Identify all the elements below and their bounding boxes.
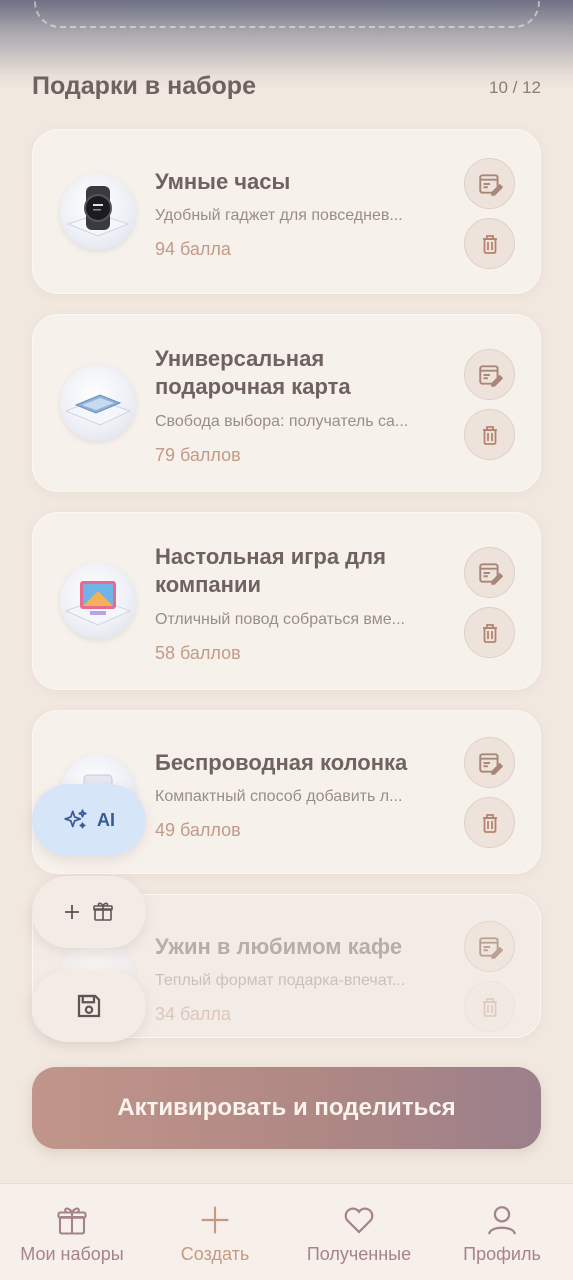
gift-title: Ужин в любимом кафе <box>155 934 403 959</box>
trash-icon <box>482 234 497 254</box>
trash-icon <box>482 623 497 643</box>
gift-description: Свобода выбора: получатель са... <box>155 413 409 430</box>
gift-points: 34 балла <box>155 1004 231 1024</box>
gift-points: 94 балла <box>155 239 231 259</box>
gift-card[interactable]: Универсальная подарочная карта Свобода в… <box>32 314 541 492</box>
edit-button[interactable] <box>464 737 515 788</box>
gift-points: 79 баллов <box>155 445 241 465</box>
gift-image-smartwatch <box>60 174 136 250</box>
save-button[interactable] <box>32 970 146 1042</box>
edit-icon <box>478 562 503 585</box>
gift-title: Универсальная подарочная карта <box>155 346 351 399</box>
ai-button[interactable]: AI <box>32 784 146 856</box>
nav-item-my-sets[interactable]: Мои наборы <box>14 1184 130 1280</box>
delete-button[interactable] <box>464 607 515 658</box>
gift-card[interactable]: Настольная игра для компании Отличный по… <box>32 512 541 690</box>
plus-icon <box>201 1206 229 1234</box>
edit-button[interactable] <box>464 921 515 972</box>
sparkles-icon <box>64 809 87 829</box>
gift-description: Теплый формат подарка-впечат... <box>155 972 406 989</box>
trash-icon <box>482 997 497 1017</box>
ai-label: AI <box>97 809 115 830</box>
gift-image-board-game <box>60 563 136 639</box>
gift-points: 58 баллов <box>155 643 241 663</box>
edit-icon <box>478 936 503 959</box>
add-gift-button[interactable] <box>32 876 146 948</box>
nav-item-profile[interactable]: Профиль <box>456 1184 548 1280</box>
section-title: Подарки в наборе <box>32 72 256 100</box>
nav-label: Создать <box>180 1244 250 1264</box>
gift-description: Отличный повод собраться вме... <box>155 611 405 628</box>
edit-button[interactable] <box>464 158 515 209</box>
edit-icon <box>478 173 503 196</box>
gift-points: 49 баллов <box>155 820 241 840</box>
edit-button[interactable] <box>464 349 515 400</box>
bottom-nav: Мои наборы Создать Полученные Профиль <box>0 1183 573 1280</box>
trash-icon <box>482 425 497 445</box>
edit-icon <box>478 364 503 387</box>
nav-label: Профиль <box>463 1244 541 1264</box>
gift-title: Беспроводная колонка <box>155 750 408 775</box>
gift-image-gift-card <box>60 365 136 441</box>
user-icon <box>488 1206 516 1235</box>
gift-icon <box>93 902 113 921</box>
nav-label: Полученные <box>306 1244 412 1264</box>
gift-card[interactable]: Умные часы Удобный гаджет для повседнев.… <box>32 129 541 294</box>
gift-title: Умные часы <box>155 169 291 194</box>
gift-title: Настольная игра для компании <box>155 544 386 597</box>
gift-description: Компактный способ добавить л... <box>155 788 403 805</box>
gift-description: Удобный гаджет для повседнев... <box>155 207 403 224</box>
gift-counter: 10 / 12 <box>489 78 541 97</box>
nav-item-received[interactable]: Полученные <box>298 1184 420 1280</box>
dashed-drop-area <box>34 0 540 28</box>
delete-button[interactable] <box>464 981 515 1032</box>
activate-share-button[interactable]: Активировать и поделиться <box>32 1067 541 1149</box>
nav-label: Мои наборы <box>20 1244 124 1264</box>
delete-button[interactable] <box>464 218 515 269</box>
delete-button[interactable] <box>464 409 515 460</box>
save-icon <box>77 994 101 1018</box>
edit-icon <box>478 752 503 775</box>
delete-button[interactable] <box>464 797 515 848</box>
edit-button[interactable] <box>464 547 515 598</box>
plus-icon <box>65 905 79 919</box>
trash-icon <box>482 813 497 833</box>
nav-item-create[interactable]: Создать <box>170 1184 260 1280</box>
heart-icon <box>344 1207 374 1234</box>
activate-share-label: Активировать и поделиться <box>117 1094 456 1121</box>
gift-icon <box>57 1207 87 1235</box>
